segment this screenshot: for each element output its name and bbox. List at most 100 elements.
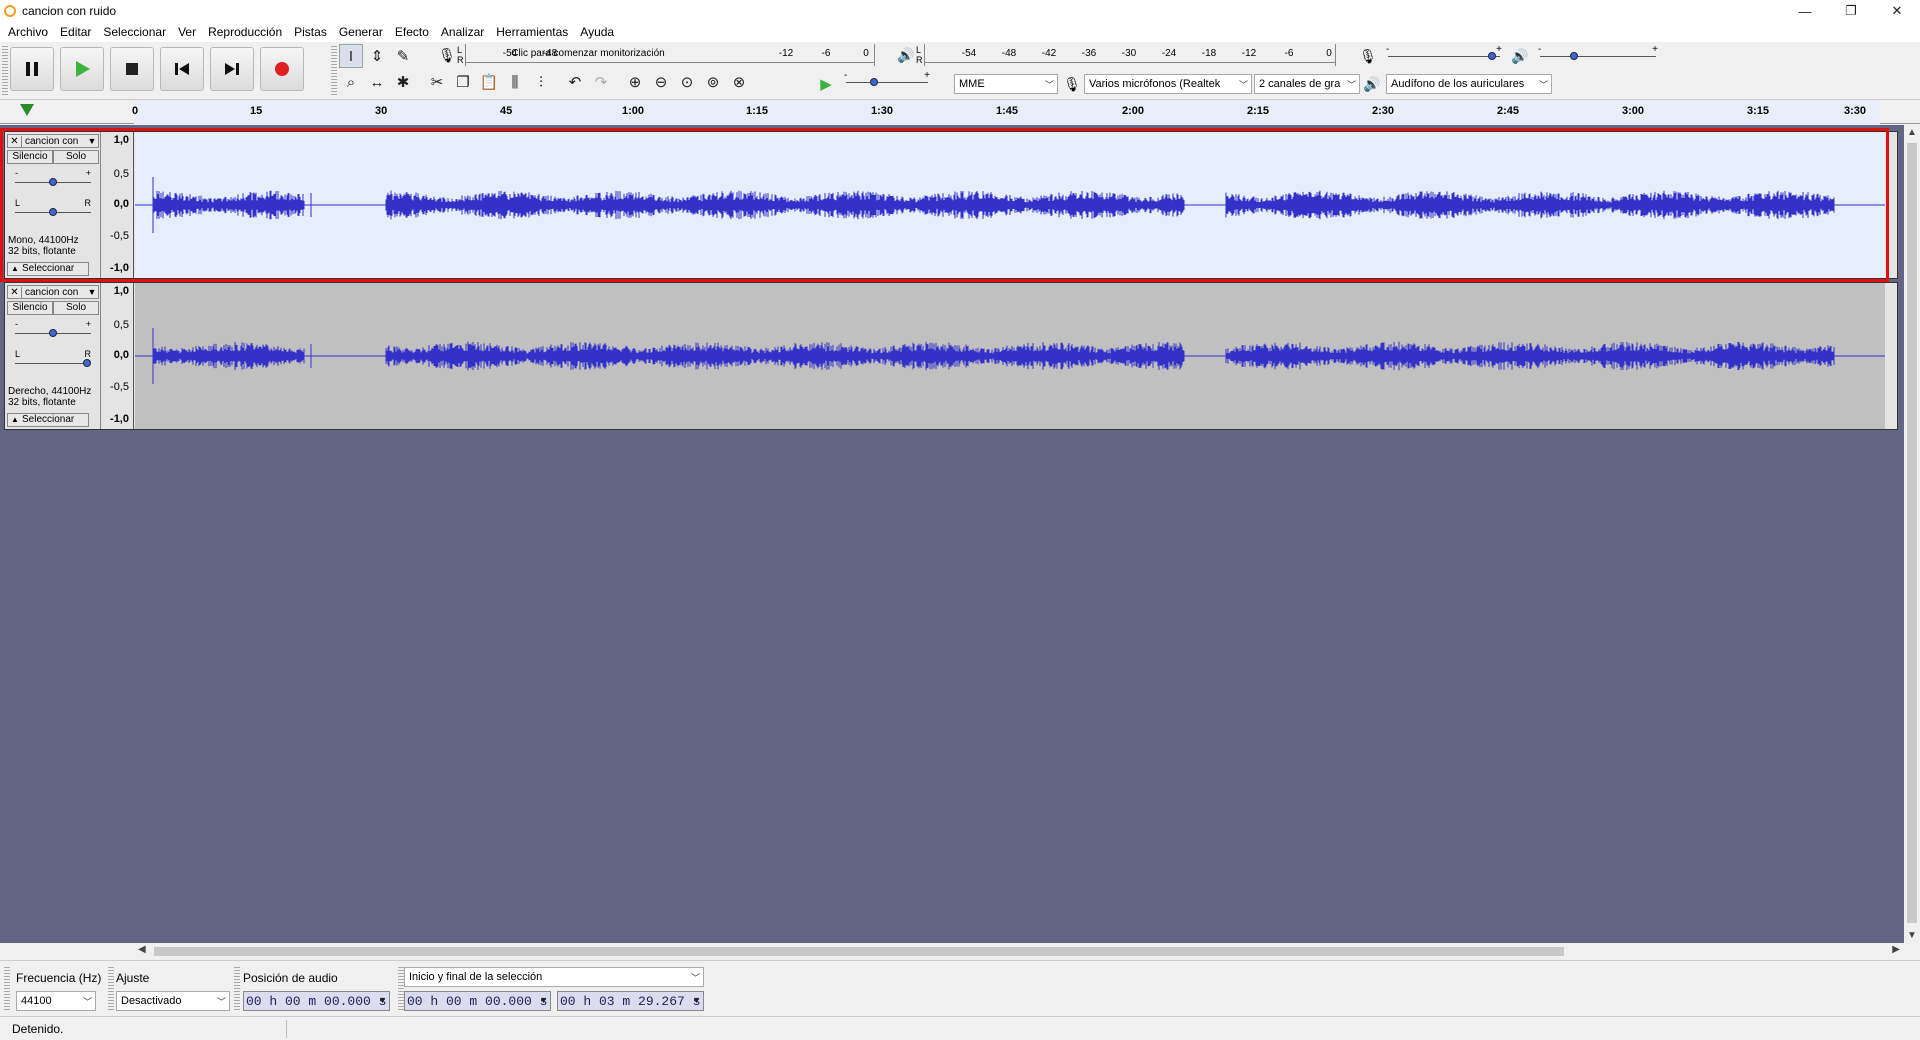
record-button[interactable] xyxy=(260,47,304,91)
vertical-scroll-thumb[interactable] xyxy=(1907,143,1917,923)
edit-toolbar: ⌕ ↔ ✱ ✂ ❐ 📋 ⫼ ⫶ ↶ ↷ ⊕ ⊖ ⊙ ⊚ ⊗ xyxy=(339,70,751,94)
menu-generar[interactable]: Generar xyxy=(333,22,389,42)
gain-slider[interactable]: - + xyxy=(15,319,91,339)
mute-button[interactable]: Silencio xyxy=(7,301,53,315)
pause-button[interactable] xyxy=(10,47,54,91)
skip-to-end-button[interactable] xyxy=(210,47,254,91)
meter-right-label: R xyxy=(457,55,464,65)
track-close-icon[interactable]: ✕ xyxy=(8,286,22,298)
copy-icon[interactable]: ❐ xyxy=(451,70,475,94)
menu-ver[interactable]: Ver xyxy=(172,22,202,42)
pan-slider[interactable]: L R xyxy=(15,349,91,369)
timeline-ruler[interactable]: 0 15 30 45 1:00 1:15 1:30 1:45 2:00 2:15… xyxy=(0,100,1920,124)
scroll-down-icon[interactable]: ▼ xyxy=(1907,930,1917,941)
restore-button[interactable]: ❐ xyxy=(1828,0,1874,22)
multi-tool-icon[interactable]: ✱ xyxy=(391,70,415,94)
waveform-view[interactable] xyxy=(135,283,1885,429)
zoom-toggle-icon[interactable]: ⊗ xyxy=(727,70,751,94)
track-menu-dropdown-icon[interactable]: ▼ xyxy=(86,287,98,297)
trim-icon[interactable]: ⫼ xyxy=(503,70,527,94)
zoom-out-icon[interactable]: ⊖ xyxy=(649,70,673,94)
paste-icon[interactable]: 📋 xyxy=(477,70,501,94)
minimize-button[interactable]: — xyxy=(1782,0,1828,22)
track-control-panel[interactable]: ✕ cancion con ▼ Silencio Solo - + L R De… xyxy=(5,283,101,429)
track-name-menu[interactable]: cancion con xyxy=(22,136,86,147)
zoom-tool-icon[interactable]: ⌕ xyxy=(339,70,363,94)
selection-end-field[interactable]: 00 h 03 m 29.267 s ▼ xyxy=(557,991,704,1011)
scroll-right-icon[interactable]: ▶ xyxy=(1892,944,1900,955)
collapse-icon[interactable]: ▲ xyxy=(8,414,22,426)
horizontal-scrollbar[interactable]: ◀ ▶ xyxy=(134,943,1904,959)
scroll-up-icon[interactable]: ▲ xyxy=(1907,127,1917,138)
collapse-icon[interactable]: ▲ xyxy=(8,263,22,275)
menu-analizar[interactable]: Analizar xyxy=(435,22,490,42)
redo-icon[interactable]: ↷ xyxy=(589,70,613,94)
menu-reproduccion[interactable]: Reproducción xyxy=(202,22,288,42)
track-menu-dropdown-icon[interactable]: ▼ xyxy=(86,136,98,146)
snap-dropdown[interactable]: Desactivado ﹀ xyxy=(116,991,230,1011)
menu-efecto[interactable]: Efecto xyxy=(389,22,435,42)
silence-icon[interactable]: ⫶ xyxy=(529,70,553,94)
playback-volume-slider[interactable]: - + xyxy=(1536,44,1660,66)
fit-project-icon[interactable]: ⊚ xyxy=(701,70,725,94)
toolbar-grip[interactable] xyxy=(4,967,10,1011)
menu-pistas[interactable]: Pistas xyxy=(288,22,333,42)
audio-track[interactable]: ✕ cancion con ▼ Silencio Solo - + L R De… xyxy=(4,282,1898,430)
zoom-in-icon[interactable]: ⊕ xyxy=(623,70,647,94)
horizontal-scroll-thumb[interactable] xyxy=(154,947,1564,956)
menu-archivo[interactable]: Archivo xyxy=(2,22,54,42)
selection-start-field[interactable]: 00 h 00 m 00.000 s ▼ xyxy=(404,991,551,1011)
play-button[interactable] xyxy=(60,47,104,91)
draw-tool-icon[interactable]: ✎ xyxy=(391,44,415,68)
playback-meter-scale[interactable]: -54 -48 -42 -36 -30 -24 -18 -12 -6 0 xyxy=(924,44,1336,66)
pan-slider[interactable]: L R xyxy=(15,198,91,218)
playback-meter[interactable]: 🔊 L R -54 -48 -42 -36 -30 -24 -18 -12 -6… xyxy=(896,44,1336,66)
amplitude-ruler[interactable]: 1,0 0,5 0,0 -0,5 -1,0 xyxy=(102,283,134,429)
close-button[interactable]: ✕ xyxy=(1874,0,1920,22)
play-speed-slider[interactable]: - + xyxy=(842,70,932,92)
toolbar-grip[interactable] xyxy=(234,967,240,1011)
toolbar-grip[interactable] xyxy=(331,46,337,96)
selection-tool-icon[interactable]: I xyxy=(339,44,363,68)
amplitude-ruler[interactable]: 1,0 0,5 0,0 -0,5 -1,0 xyxy=(102,132,134,278)
timeshift-tool-icon[interactable]: ↔ xyxy=(365,70,389,94)
stop-button[interactable] xyxy=(110,47,154,91)
timeline-ruler-bar[interactable]: 0 15 30 45 1:00 1:15 1:30 1:45 2:00 2:15… xyxy=(132,100,1880,124)
gain-slider[interactable]: - + xyxy=(15,168,91,188)
cut-icon[interactable]: ✂ xyxy=(425,70,449,94)
track-name-menu[interactable]: cancion con xyxy=(22,287,86,298)
waveform-view[interactable] xyxy=(135,132,1885,278)
audio-position-field[interactable]: 00 h 00 m 00.000 s ▼ xyxy=(243,991,390,1011)
scroll-left-icon[interactable]: ◀ xyxy=(138,944,146,955)
play-head-marker-icon[interactable] xyxy=(20,104,34,116)
track-close-icon[interactable]: ✕ xyxy=(8,135,22,147)
mute-button[interactable]: Silencio xyxy=(7,150,53,164)
record-meter-scale[interactable]: -54 -48 Clic para comenzar monitorizació… xyxy=(465,44,875,66)
undo-icon[interactable]: ↶ xyxy=(563,70,587,94)
menu-herramientas[interactable]: Herramientas xyxy=(490,22,574,42)
track-control-panel[interactable]: ✕ cancion con ▼ Silencio Solo - + L R Mo… xyxy=(5,132,101,278)
project-rate-dropdown[interactable]: 44100 ﹀ xyxy=(16,991,96,1011)
toolbar-grip[interactable] xyxy=(108,967,114,1011)
channels-dropdown[interactable]: 2 canales de gra ﹀ xyxy=(1254,74,1360,94)
selection-mode-dropdown[interactable]: Inicio y final de la selección ﹀ xyxy=(404,967,704,987)
envelope-tool-icon[interactable]: ⇕ xyxy=(365,44,389,68)
play-at-speed-icon[interactable]: ▶ xyxy=(814,72,838,96)
record-meter[interactable]: 🎙 L R -54 -48 Clic para comenzar monitor… xyxy=(437,44,875,66)
recording-device-dropdown[interactable]: Varios micrófonos (Realtek ﹀ xyxy=(1084,74,1252,94)
audio-host-dropdown[interactable]: MME ﹀ xyxy=(954,74,1058,94)
record-volume-slider[interactable]: - + xyxy=(1384,44,1504,66)
menu-seleccionar[interactable]: Seleccionar xyxy=(97,22,172,42)
track-select-button[interactable]: ▲ Seleccionar xyxy=(7,413,89,427)
toolbar-grip[interactable] xyxy=(2,46,8,96)
menu-ayuda[interactable]: Ayuda xyxy=(574,22,620,42)
track-select-button[interactable]: ▲ Seleccionar xyxy=(7,262,89,276)
menu-editar[interactable]: Editar xyxy=(54,22,97,42)
fit-selection-icon[interactable]: ⊙ xyxy=(675,70,699,94)
vertical-scrollbar[interactable]: ▲ ▼ xyxy=(1904,125,1920,943)
audio-track[interactable]: ✕ cancion con ▼ Silencio Solo - + L R Mo… xyxy=(4,131,1898,279)
skip-to-start-button[interactable] xyxy=(160,47,204,91)
solo-button[interactable]: Solo xyxy=(53,150,99,164)
solo-button[interactable]: Solo xyxy=(53,301,99,315)
playback-device-dropdown[interactable]: Audífono de los auriculares ﹀ xyxy=(1386,74,1552,94)
